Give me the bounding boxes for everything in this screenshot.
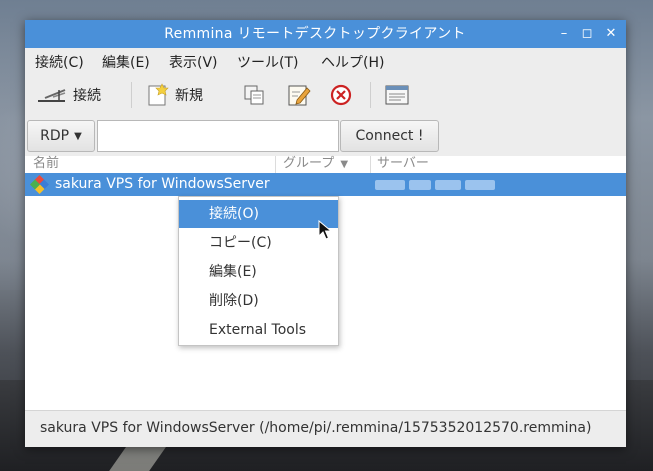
preferences-tool-button[interactable] bbox=[385, 80, 409, 110]
context-menu-item-delete[interactable]: 削除(D) bbox=[179, 287, 338, 315]
new-tool-button[interactable]: 新規 bbox=[147, 80, 203, 110]
context-menu-item-edit[interactable]: 編集(E) bbox=[179, 258, 338, 286]
row-name-cell: sakura VPS for WindowsServer bbox=[55, 176, 270, 192]
redacted-block bbox=[409, 180, 431, 190]
remmina-connection-icon bbox=[30, 175, 49, 194]
copy-tool-button[interactable] bbox=[243, 80, 265, 110]
column-header-group-label: グループ bbox=[283, 156, 335, 171]
toolbar: 接続 新規 bbox=[25, 74, 626, 116]
new-document-icon bbox=[148, 83, 169, 106]
close-button[interactable]: ✕ bbox=[600, 20, 622, 48]
connect-tool-button[interactable]: 接続 bbox=[37, 80, 101, 110]
redacted-block bbox=[435, 180, 461, 190]
window-title: Remmina リモートデスクトップクライアント bbox=[164, 26, 466, 42]
quick-connect-button[interactable]: Connect ! bbox=[340, 120, 439, 152]
delete-icon bbox=[330, 84, 352, 106]
preferences-icon bbox=[385, 85, 409, 105]
redacted-block bbox=[375, 180, 405, 190]
table-row[interactable]: sakura VPS for WindowsServer bbox=[25, 173, 626, 196]
delete-tool-button[interactable] bbox=[330, 80, 352, 110]
sort-desc-icon: ▼ bbox=[340, 159, 349, 170]
connect-tool-label: 接続 bbox=[73, 88, 101, 104]
menu-bar: 接続(C) 編集(E) 表示(V) ツール(T) ヘルプ(H) bbox=[25, 48, 626, 74]
list-header: 名前 グループ ▼ サーバー bbox=[25, 156, 626, 173]
mouse-cursor-icon bbox=[318, 220, 332, 240]
menu-edit[interactable]: 編集(E) bbox=[102, 52, 150, 72]
copy-icon bbox=[244, 85, 264, 105]
context-menu-item-copy[interactable]: コピー(C) bbox=[179, 229, 338, 257]
column-header-name[interactable]: 名前 bbox=[33, 156, 59, 173]
context-menu-item-connect[interactable]: 接続(O) bbox=[179, 200, 338, 228]
menu-help[interactable]: ヘルプ(H) bbox=[321, 52, 384, 72]
new-tool-label: 新規 bbox=[175, 88, 203, 104]
connect-icon bbox=[38, 89, 66, 102]
edit-tool-button[interactable] bbox=[287, 80, 311, 110]
status-bar: sakura VPS for WindowsServer (/home/pi/.… bbox=[25, 410, 626, 447]
chevron-down-icon: ▼ bbox=[74, 130, 82, 142]
column-separator[interactable] bbox=[275, 156, 276, 173]
column-header-server[interactable]: サーバー bbox=[377, 156, 429, 173]
toolbar-separator bbox=[131, 82, 132, 108]
protocol-label: RDP bbox=[40, 128, 70, 144]
minimize-button[interactable]: – bbox=[553, 20, 575, 48]
context-menu: 接続(O) コピー(C) 編集(E) 削除(D) External Tools bbox=[178, 196, 339, 346]
menu-tools[interactable]: ツール(T) bbox=[237, 52, 298, 72]
column-separator[interactable] bbox=[370, 156, 371, 173]
status-text: sakura VPS for WindowsServer (/home/pi/.… bbox=[40, 420, 592, 436]
context-menu-item-external-tools[interactable]: External Tools bbox=[179, 316, 338, 344]
edit-icon bbox=[288, 85, 311, 106]
menu-view[interactable]: 表示(V) bbox=[169, 52, 218, 72]
title-bar[interactable]: Remmina リモートデスクトップクライアント – ◻ ✕ bbox=[25, 20, 626, 48]
redacted-block bbox=[465, 180, 495, 190]
quick-connect-bar: RDP ▼ Connect ! bbox=[25, 116, 626, 156]
maximize-button[interactable]: ◻ bbox=[576, 20, 598, 48]
column-header-group[interactable]: グループ ▼ bbox=[283, 156, 348, 173]
toolbar-separator bbox=[370, 82, 371, 108]
menu-connection[interactable]: 接続(C) bbox=[35, 52, 84, 72]
quick-connect-input[interactable] bbox=[97, 120, 339, 152]
protocol-dropdown[interactable]: RDP ▼ bbox=[27, 120, 95, 152]
